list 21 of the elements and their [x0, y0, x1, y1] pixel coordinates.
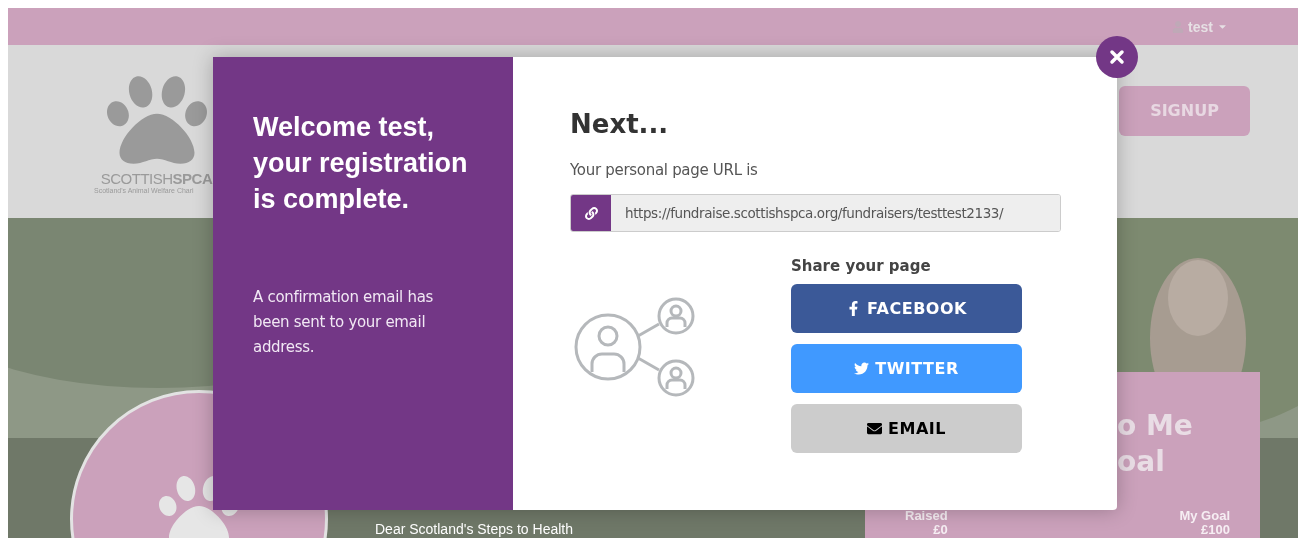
bird-icon [854, 361, 870, 376]
facebook-icon [846, 301, 861, 316]
share-button[interactable]: EMAIL [791, 404, 1022, 453]
logo-name: SCOTTISHSPCA [100, 169, 213, 187]
envelope-icon [867, 421, 883, 436]
stat-value: £100 [1201, 523, 1230, 537]
next-title: Next... [570, 109, 670, 139]
url-field[interactable]: https://fundraise.scottishspca.org/fundraisers/testtest2133/ [570, 194, 1061, 232]
card-title: o Me [1117, 409, 1193, 442]
url-label: Your personal page URL is [570, 161, 759, 179]
card-title: oal [1117, 445, 1165, 478]
stat-value: £0 [933, 523, 948, 537]
stat-label: Raised [905, 509, 948, 523]
share-title: Share your page [791, 257, 932, 275]
page-caption: Dear Scotland's Steps to Health [375, 521, 573, 537]
share-button[interactable]: FACEBOOK [791, 284, 1022, 333]
welcome-title: Welcome test, your registration is complete. [253, 111, 469, 216]
link-icon [571, 195, 611, 231]
close-icon [1109, 49, 1125, 65]
stat-label: My Goal [1179, 509, 1230, 523]
confirmation-message: A confirmation email has been sent to your email address. [253, 287, 435, 358]
